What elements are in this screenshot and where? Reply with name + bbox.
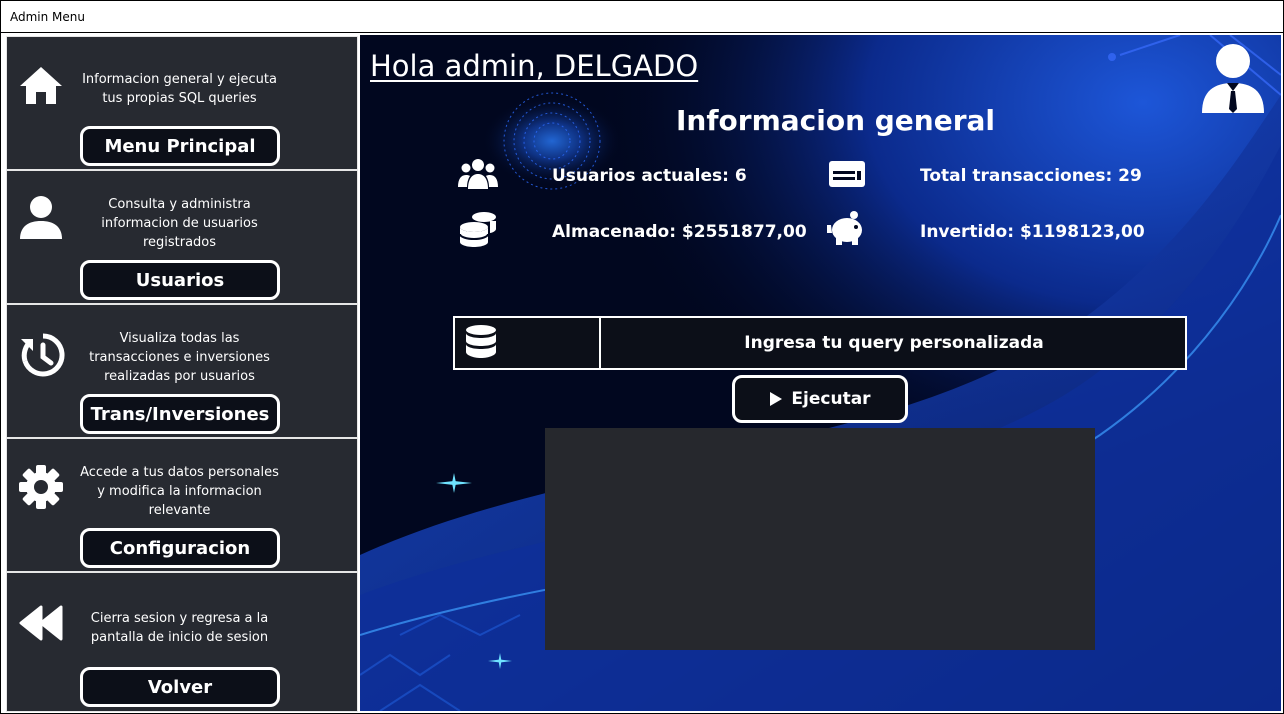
sidebar-description: Visualiza todas las transacciones e inve…	[89, 331, 270, 384]
sidebar-item-usuarios: Consulta y administra informacion de usu…	[7, 171, 357, 305]
volver-button[interactable]: Volver	[80, 667, 280, 707]
users-icon	[457, 155, 499, 193]
query-box	[453, 316, 1187, 370]
stat-total-transacciones: Total transacciones: 29	[920, 166, 1142, 186]
menu-principal-button[interactable]: Menu Principal	[80, 126, 280, 166]
play-icon	[770, 392, 783, 406]
title-bar[interactable]: Admin Menu	[1, 1, 1283, 33]
admin-menu-window: Admin Menu Informacion general y ejecuta…	[0, 0, 1284, 714]
stat-almacenado: Almacenado: $2551877,00	[552, 222, 807, 242]
piggy-bank-icon	[826, 209, 868, 247]
stat-usuarios-actuales: Usuarios actuales: 6	[552, 166, 747, 186]
user-icon	[17, 193, 65, 241]
sidebar-item-configuracion: Accede a tus datos personales y modifica…	[7, 439, 357, 573]
stat-invertido: Invertido: $1198123,00	[920, 222, 1145, 242]
sidebar-item-volver: Cierra sesion y regresa a la pantalla de…	[7, 573, 357, 711]
coins-icon	[457, 209, 499, 247]
sidebar-description: Accede a tus datos personales y modifica…	[80, 465, 279, 518]
greeting-text: Hola admin, DELGADO	[370, 49, 699, 83]
query-icon-cell	[455, 318, 601, 368]
card-icon	[826, 155, 868, 193]
sidebar-item-menu-principal: Informacion general y ejecuta tus propia…	[7, 37, 357, 171]
main-panel: Hola admin, DELGADO Informacion general …	[360, 35, 1281, 711]
history-icon	[17, 331, 65, 379]
section-title: Informacion general	[676, 104, 996, 137]
usuarios-button[interactable]: Usuarios	[80, 260, 280, 300]
sidebar-description: Informacion general y ejecuta tus propia…	[82, 72, 277, 106]
admin-avatar-icon	[1200, 41, 1266, 113]
configuracion-button[interactable]: Configuracion	[80, 528, 280, 568]
sidebar-description: Consulta y administra informacion de usu…	[101, 197, 258, 250]
sidebar: Informacion general y ejecuta tus propia…	[6, 36, 358, 712]
rewind-icon	[17, 599, 65, 647]
sidebar-description: Cierra sesion y regresa a la pantalla de…	[90, 611, 269, 645]
execute-button[interactable]: Ejecutar	[732, 375, 908, 423]
query-results-panel[interactable]	[545, 428, 1095, 650]
window-title: Admin Menu	[10, 10, 86, 24]
trans-inversiones-button[interactable]: Trans/Inversiones	[80, 394, 280, 434]
home-icon	[17, 61, 65, 109]
sidebar-item-trans-inversiones: Visualiza todas las transacciones e inve…	[7, 305, 357, 439]
query-input[interactable]	[603, 318, 1185, 368]
execute-button-label: Ejecutar	[791, 389, 871, 409]
gear-icon	[17, 463, 65, 511]
database-icon	[466, 325, 496, 358]
